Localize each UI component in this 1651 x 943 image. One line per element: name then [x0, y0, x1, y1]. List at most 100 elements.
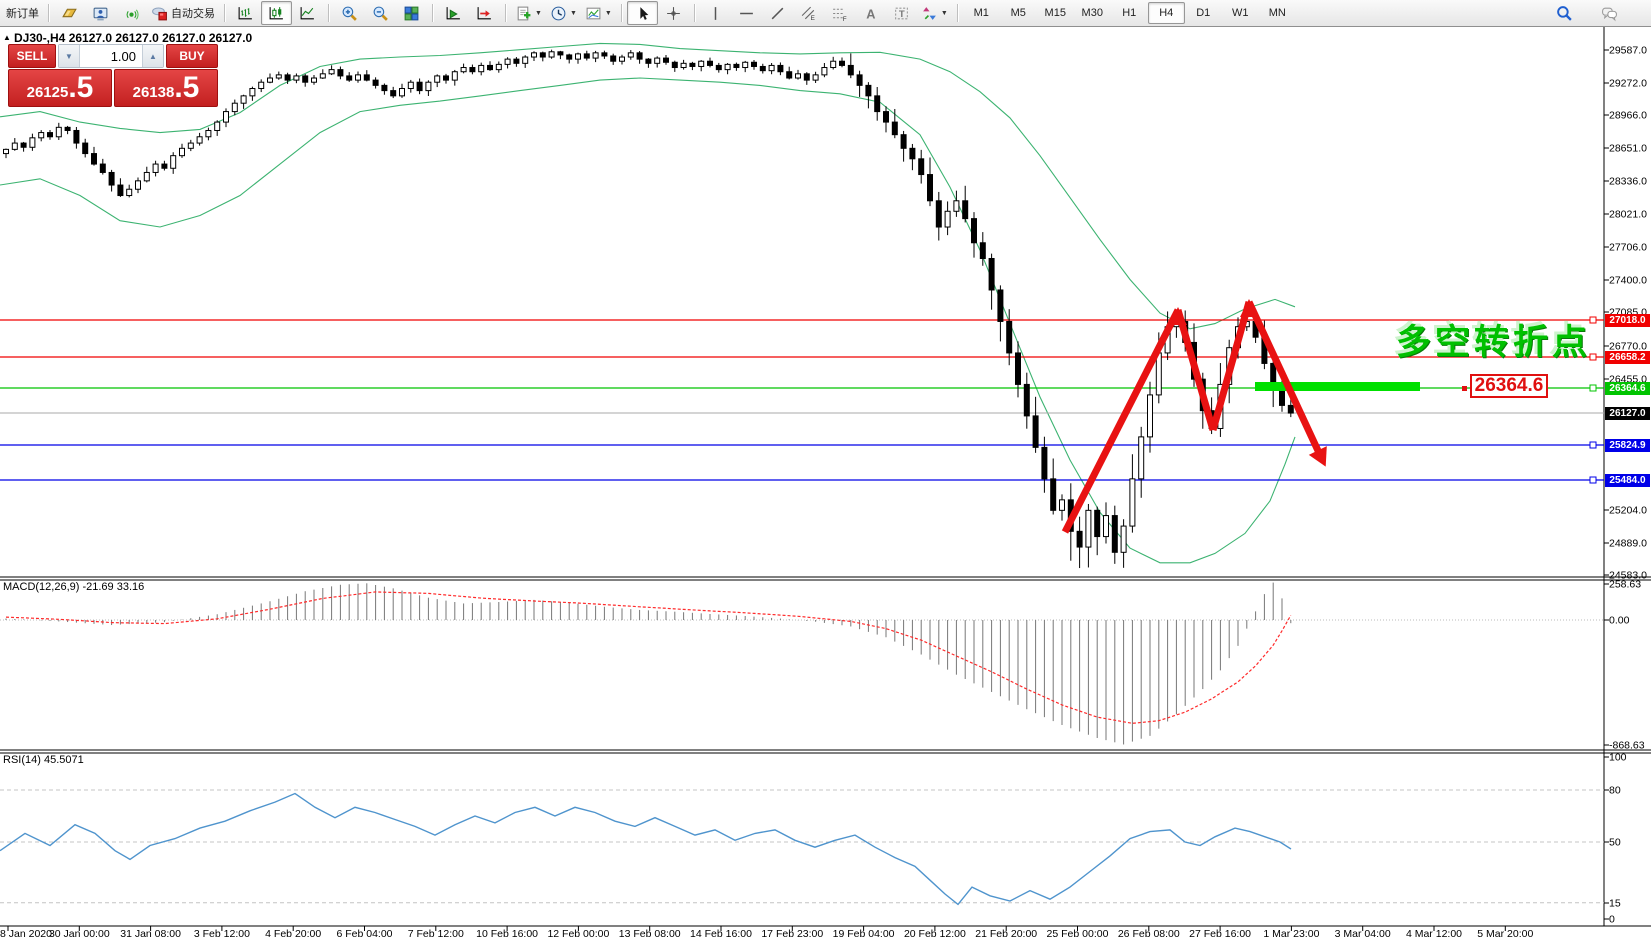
horizontal-line-button[interactable]: [731, 1, 762, 25]
lot-increase-button[interactable]: ▲: [142, 45, 163, 67]
search-icon: [1556, 5, 1573, 22]
toolbar-separator: [621, 4, 622, 22]
crosshair-icon: [665, 5, 682, 22]
symbol-title: DJ30-,H4 26127.0 26127.0 26127.0 26127.0: [14, 31, 252, 45]
buy-price-button[interactable]: 26138.5: [114, 69, 218, 107]
rsi-scale-label: 50: [1609, 837, 1621, 849]
candlestick-icon: [268, 5, 285, 22]
toolbar-separator: [957, 4, 958, 22]
rsi-scale-label: 15: [1609, 898, 1621, 910]
new-order-button[interactable]: 新订单: [2, 1, 43, 25]
price-tick-label: 27706.0: [1609, 242, 1647, 254]
toolbar-separator: [48, 4, 49, 22]
lot-size-field: ▼ 1.00 ▲: [58, 44, 164, 68]
support-line-1-handle[interactable]: [1590, 442, 1596, 448]
price-tick-label: 29587.0: [1609, 45, 1647, 57]
time-tick-label: 17 Feb 23:00: [761, 928, 823, 940]
chat-button[interactable]: [1594, 1, 1625, 25]
indicators-button[interactable]: ▼: [511, 1, 546, 25]
toolbar-separator: [505, 4, 506, 22]
timeframe-D1-button[interactable]: D1: [1185, 2, 1222, 24]
timeframe-H1-button[interactable]: H1: [1111, 2, 1148, 24]
data-window-button[interactable]: [85, 1, 116, 25]
search-button[interactable]: [1549, 1, 1580, 25]
mt4-terminal: 29587.029272.028966.028651.028336.028021…: [0, 0, 1651, 943]
autotrade-button[interactable]: 自动交易: [147, 1, 219, 25]
indicators-icon: [515, 5, 532, 22]
radar-icon: [123, 5, 140, 22]
svg-text:T: T: [899, 9, 905, 20]
bar-chart-button[interactable]: [230, 1, 261, 25]
toolbar-separator: [694, 4, 695, 22]
timeframe-MN-button[interactable]: MN: [1259, 2, 1296, 24]
line-chart-button[interactable]: [292, 1, 323, 25]
zoom-out-button[interactable]: [365, 1, 396, 25]
shapes-button[interactable]: ▼: [917, 1, 952, 25]
macd-indicator-label: MACD(12,26,9) -21.69 33.16: [3, 581, 144, 593]
timeframe-M5-button[interactable]: M5: [1000, 2, 1037, 24]
timeframe-H4-button[interactable]: H4: [1148, 2, 1185, 24]
tile-windows-icon: [403, 5, 420, 22]
chat-icon: [1601, 5, 1618, 22]
rsi-scale-label: 80: [1609, 785, 1621, 797]
toolbar-right: [1549, 1, 1651, 25]
time-tick-label: 4 Mar 12:00: [1406, 928, 1462, 940]
zoom-in-button[interactable]: [334, 1, 365, 25]
timeframe-W1-button[interactable]: W1: [1222, 2, 1259, 24]
sell-button[interactable]: SELL: [8, 44, 56, 68]
turning-point-annotation[interactable]: 多空转折点: [1396, 314, 1591, 365]
fibonacci-button[interactable]: F: [824, 1, 855, 25]
lot-size-input[interactable]: 1.00: [80, 45, 142, 67]
time-tick-label: 10 Feb 16:00: [476, 928, 538, 940]
pivot-line-handle[interactable]: [1590, 385, 1596, 391]
template-icon: [585, 5, 602, 22]
text-button[interactable]: A: [855, 1, 886, 25]
timeframe-group: M1M5M15M30H1H4D1W1MN: [961, 0, 1298, 26]
lot-decrease-button[interactable]: ▼: [59, 45, 80, 67]
support-line-2-handle[interactable]: [1590, 477, 1596, 483]
vertical-line-button[interactable]: [700, 1, 731, 25]
market-watch-button[interactable]: [54, 1, 85, 25]
templates-button[interactable]: ▼: [581, 1, 616, 25]
callout-handle[interactable]: [1462, 386, 1467, 391]
time-tick-label: 8 Jan 2020: [0, 928, 52, 940]
channel-button[interactable]: E: [793, 1, 824, 25]
line-price-chip: 26364.6: [1605, 382, 1650, 395]
time-tick-label: 30 Jan 00:00: [49, 928, 110, 940]
signal-button[interactable]: [116, 1, 147, 25]
main-toolbar: 新订单 自动交易▼▼▼EFAT▼M1M5M15M30H1H4D1W1MN: [0, 0, 1651, 27]
sell-price-button[interactable]: 26125.5: [8, 69, 112, 107]
line-chart-icon: [299, 5, 316, 22]
cursor-button[interactable]: [627, 1, 658, 25]
label-button[interactable]: T: [886, 1, 917, 25]
time-tick-label: 31 Jan 08:00: [120, 928, 181, 940]
auto-scroll-button[interactable]: [438, 1, 469, 25]
chevron-down-icon: ▼: [605, 10, 612, 17]
time-tick-label: 7 Feb 12:00: [408, 928, 464, 940]
crosshair-button[interactable]: [658, 1, 689, 25]
text-a-icon: A: [862, 5, 879, 22]
periods-button[interactable]: ▼: [546, 1, 581, 25]
time-tick-label: 5 Mar 20:00: [1477, 928, 1533, 940]
price-tick-label: 29272.0: [1609, 78, 1647, 90]
chart-shift-icon: [476, 5, 493, 22]
candlestick-button[interactable]: [261, 1, 292, 25]
time-tick-label: 25 Feb 00:00: [1047, 928, 1109, 940]
highlight-zone[interactable]: [1255, 382, 1420, 391]
zoom-out-icon: [372, 5, 389, 22]
tile-windows-button[interactable]: [396, 1, 427, 25]
macd-scale-label: 258.63: [1609, 579, 1641, 591]
timeframe-M30-button[interactable]: M30: [1074, 2, 1111, 24]
trendline-button[interactable]: [762, 1, 793, 25]
price-callout-label[interactable]: 26364.6: [1470, 374, 1548, 398]
timeframe-M15-button[interactable]: M15: [1037, 2, 1074, 24]
chart-shift-button[interactable]: [469, 1, 500, 25]
timeframe-M1-button[interactable]: M1: [963, 2, 1000, 24]
person-monitor-icon: [92, 5, 109, 22]
buy-button[interactable]: BUY: [166, 44, 218, 68]
price-tick-label: 28966.0: [1609, 110, 1647, 122]
chart-area[interactable]: 29587.029272.028966.028651.028336.028021…: [0, 0, 1651, 943]
line-price-chip: 25484.0: [1605, 474, 1650, 487]
clock-icon: [550, 5, 567, 22]
one-click-collapse-icon[interactable]: ▲: [3, 33, 11, 42]
